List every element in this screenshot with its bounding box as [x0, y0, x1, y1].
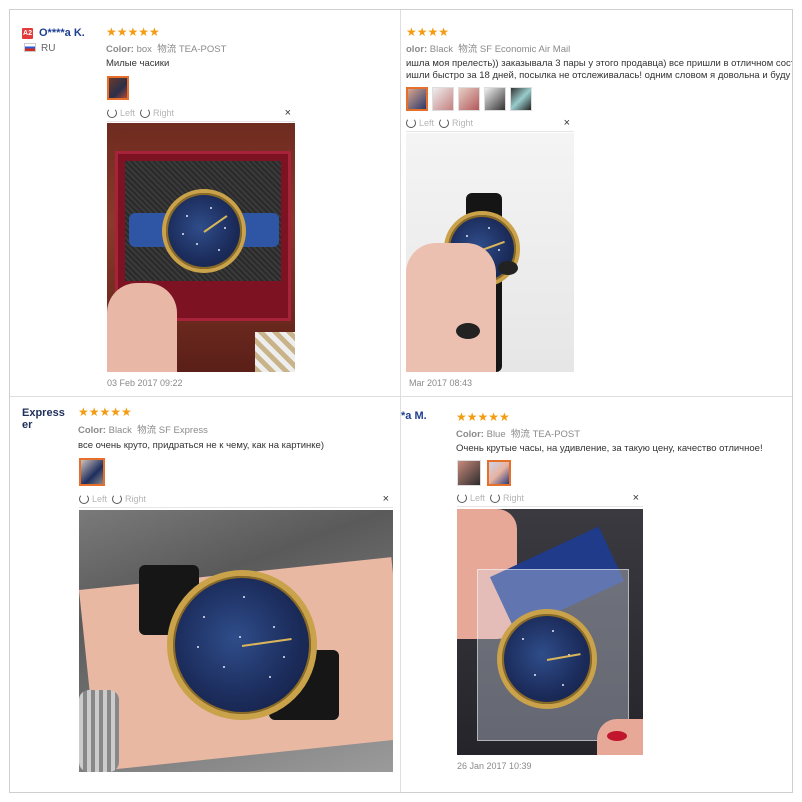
chain-bracelet: [79, 690, 119, 772]
watch-face: [162, 189, 246, 273]
rotate-right-icon[interactable]: [439, 118, 450, 128]
reviewer-name-line-1: Express: [22, 407, 65, 419]
reviewer-name[interactable]: *a M.: [401, 410, 427, 422]
photo-thumbnail[interactable]: [79, 458, 105, 486]
photo-thumbnail[interactable]: [107, 76, 129, 100]
review-meta: Color: box 物流 TEA-POST: [106, 41, 226, 55]
review-text: все очень круто, придраться не к чему, к…: [78, 440, 324, 451]
shipping-label: 物流: [510, 429, 530, 440]
reviewer-name[interactable]: A2 O****a K.: [22, 27, 85, 39]
review-photo[interactable]: [79, 510, 393, 772]
review-text-line-1: ишла моя прелесть)) заказывала 3 пары у …: [406, 58, 792, 69]
star-rating: ★★★★: [406, 25, 450, 39]
reviewer-name-line-2: er: [22, 419, 33, 431]
review-text: Очень крутые часы, на удивление, за таку…: [456, 443, 763, 454]
review-card-4: *a M. ★★★★★ Color: Blue 物流 TEA-POST Очен…: [401, 397, 792, 792]
color-label: Color:: [456, 429, 484, 440]
review-card-2: ★★★★ olor: Black 物流 SF Economic Air Mail…: [401, 10, 792, 396]
review-photo[interactable]: [107, 123, 295, 372]
color-label: olor:: [406, 44, 428, 55]
color-value: Black: [429, 44, 453, 55]
rotate-left-icon[interactable]: [406, 118, 416, 128]
review-text: Милые часики: [106, 58, 170, 69]
shipping-value: TEA-POST: [178, 44, 227, 55]
color-label: Color:: [106, 44, 134, 55]
photo-thumbnail[interactable]: [484, 87, 506, 111]
rotate-right-icon[interactable]: [490, 493, 501, 503]
rotate-left-button[interactable]: Left: [419, 118, 434, 128]
reviewer-country: RU: [24, 43, 55, 54]
color-value: Black: [108, 425, 132, 436]
review-date: 03 Feb 2017 09:22: [107, 378, 183, 388]
review-date: 26 Jan 2017 10:39: [457, 761, 532, 771]
level-badge: A2: [22, 28, 33, 39]
review-card-1: A2 O****a K. RU ★★★★★ Color: box 物流 TEA-P…: [10, 10, 400, 396]
rotate-left-icon[interactable]: [79, 494, 89, 504]
reviewer-name-text: O****a K.: [39, 27, 85, 39]
shipping-label: 物流: [458, 44, 478, 55]
rotate-right-icon[interactable]: [112, 494, 123, 504]
rotate-right-button[interactable]: Right: [452, 118, 473, 128]
reviewer-name[interactable]: Express er: [22, 407, 65, 431]
color-label: Color:: [78, 425, 106, 436]
country-code: RU: [41, 43, 56, 54]
watch-face: [167, 570, 317, 720]
review-photo[interactable]: [457, 509, 643, 755]
review-meta: olor: Black 物流 SF Economic Air Mail: [406, 41, 570, 55]
close-viewer-button[interactable]: ×: [564, 117, 570, 129]
rotate-left-button[interactable]: Left: [470, 493, 485, 503]
review-date: Mar 2017 08:43: [409, 378, 473, 388]
review-photo[interactable]: [406, 133, 574, 372]
hand: [107, 283, 177, 372]
shipping-value: SF Express: [158, 425, 208, 436]
photo-viewer-toolbar: Left Right ×: [107, 107, 295, 122]
rotate-left-button[interactable]: Left: [92, 494, 107, 504]
rotate-right-icon[interactable]: [140, 108, 151, 118]
photo-viewer-toolbar: Left Right ×: [457, 492, 643, 507]
rotate-right-button[interactable]: Right: [503, 493, 524, 503]
photo-thumbnail[interactable]: [457, 460, 481, 486]
shipping-value: TEA-POST: [532, 429, 581, 440]
rotate-left-icon[interactable]: [457, 493, 467, 503]
hand: [406, 243, 496, 372]
photo-viewer-toolbar: Left Right ×: [406, 117, 574, 132]
star-rating: ★★★★★: [456, 410, 510, 424]
color-value: Blue: [486, 429, 506, 440]
review-meta: Color: Black 物流 SF Express: [78, 422, 208, 436]
nail: [607, 731, 627, 741]
photo-thumbnail[interactable]: [487, 460, 511, 486]
photo-thumbnail[interactable]: [458, 87, 480, 111]
close-viewer-button[interactable]: ×: [383, 493, 389, 505]
star-rating: ★★★★★: [78, 405, 132, 419]
star-rating: ★★★★★: [106, 25, 160, 39]
rotate-left-button[interactable]: Left: [120, 108, 135, 118]
photo-thumbnail[interactable]: [432, 87, 454, 111]
watch-face: [497, 609, 597, 709]
photo-viewer-toolbar: Left Right ×: [79, 493, 393, 508]
shipping-label: 物流: [137, 425, 157, 436]
close-viewer-button[interactable]: ×: [285, 107, 291, 119]
rotate-right-button[interactable]: Right: [125, 494, 146, 504]
nail: [456, 323, 480, 339]
review-meta: Color: Blue 物流 TEA-POST: [456, 426, 580, 440]
review-card-3: Express er ★★★★★ Color: Black 物流 SF Expr…: [10, 397, 400, 792]
nail: [498, 261, 518, 275]
shipping-value: SF Economic Air Mail: [479, 44, 571, 55]
photo-thumbnail[interactable]: [406, 87, 428, 111]
background-detail: [255, 332, 295, 372]
russia-flag-icon: [24, 43, 36, 52]
close-viewer-button[interactable]: ×: [633, 492, 639, 504]
shipping-label: 物流: [157, 44, 177, 55]
color-value: box: [136, 44, 152, 55]
photo-thumbnail[interactable]: [510, 87, 532, 111]
rotate-right-button[interactable]: Right: [153, 108, 174, 118]
rotate-left-icon[interactable]: [107, 108, 117, 118]
review-text-line-2: ишли быстро за 18 дней, посылка не отсле…: [406, 70, 792, 81]
